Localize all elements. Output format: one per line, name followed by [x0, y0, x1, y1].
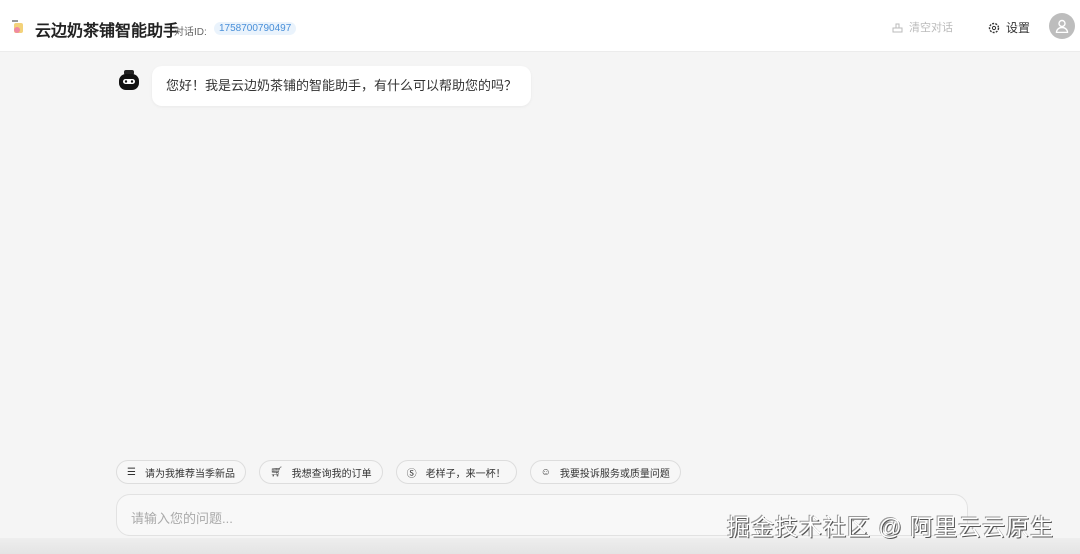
assistant-message: 您好！我是云边奶茶铺的智能助手，有什么可以帮助您的吗？ — [152, 66, 532, 106]
quick-reply-label: 我想查询我的订单 — [291, 468, 372, 480]
settings-label: 设置 — [1006, 21, 1031, 35]
watermark: 掘金技术社区 @ 阿里云云原生 — [727, 514, 1055, 540]
quick-reply-order[interactable]: 🛒︎ 我想查询我的订单 — [258, 460, 383, 484]
clear-label: 清空对话 — [909, 22, 953, 34]
clear-conversation-button[interactable]: 清空对话 — [892, 19, 953, 35]
menu-icon: ☰ — [127, 466, 136, 478]
gear-icon — [988, 22, 1000, 33]
cart-icon: 🛒︎ — [269, 466, 283, 478]
quick-replies: ☰ 请为我推荐当季新品 🛒︎ 我想查询我的订单 Ⓢ 老样子，来一杯！ ☺ 我要投诉服务或… — [116, 460, 681, 484]
quick-reply-label: 老样子，来一杯！ — [425, 468, 506, 480]
quick-reply-usual[interactable]: Ⓢ 老样子，来一杯！ — [395, 460, 517, 484]
user-avatar[interactable] — [1049, 13, 1075, 39]
conversation-id-label: 对话ID: — [174, 27, 207, 38]
settings-button[interactable]: 设置 — [988, 19, 1030, 36]
conversation-id-badge: 1758700790497 — [214, 22, 297, 35]
input-placeholder: 请输入您的问题... — [131, 511, 233, 526]
quick-reply-recommend[interactable]: ☰ 请为我推荐当季新品 — [116, 460, 246, 484]
user-icon — [1055, 19, 1069, 33]
header: 云边奶茶铺智能助手 对话ID: 1758700790497 清空对话 设置 — [0, 0, 1080, 52]
dollar-icon: Ⓢ — [406, 468, 417, 480]
milk-tea-logo-icon — [12, 20, 23, 33]
bot-avatar-icon — [119, 70, 139, 90]
app-title: 云边奶茶铺智能助手 — [35, 23, 180, 40]
quick-reply-label: 请为我推荐当季新品 — [144, 468, 235, 480]
quick-reply-complaint[interactable]: ☺ 我要投诉服务或质量问题 — [529, 460, 681, 484]
quick-reply-label: 我要投诉服务或质量问题 — [559, 468, 670, 480]
broom-icon — [892, 23, 903, 32]
chat-icon: ☺ — [540, 466, 551, 478]
